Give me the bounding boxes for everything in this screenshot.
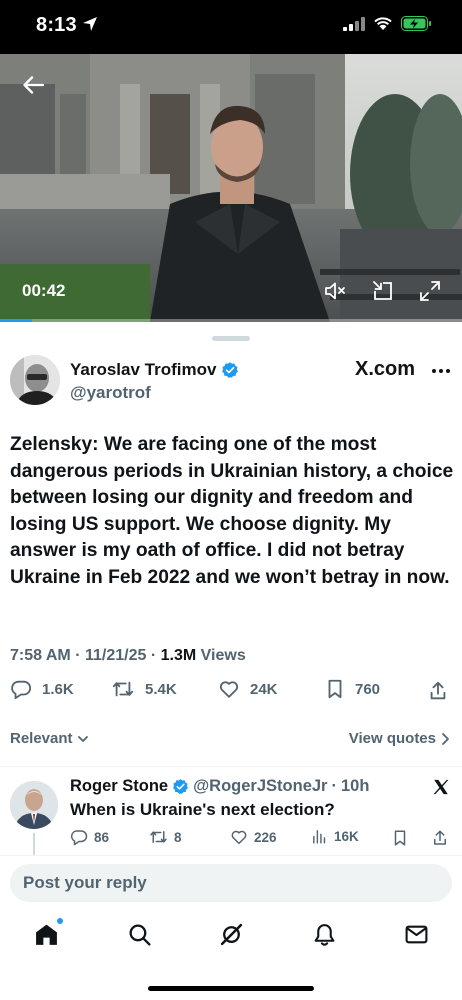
status-indicators (343, 16, 432, 31)
tab-home[interactable] (34, 918, 63, 952)
reply-reply-count: 86 (94, 829, 110, 845)
tweet-time: 7:58 AM (10, 647, 71, 664)
home-indicator (148, 986, 314, 991)
repost-icon (112, 681, 134, 697)
repost-count: 5.4K (145, 680, 177, 698)
fullscreen-icon[interactable] (419, 280, 441, 302)
bookmark-count: 760 (355, 680, 381, 698)
reply-composer[interactable]: Post your reply (10, 864, 452, 902)
reply-repost-button[interactable]: 8 (149, 828, 182, 846)
bottom-tab-bar (0, 910, 462, 962)
view-quotes-label: View quotes (348, 730, 436, 747)
meta-separator: · (75, 647, 85, 664)
reply-count: 1.6K (42, 680, 74, 698)
tweet-views-count: 1.3M (160, 647, 197, 664)
messages-icon (405, 925, 428, 944)
author-name-text: Yaroslav Trofimov (70, 360, 217, 379)
meta-separator: · (150, 647, 161, 664)
view-quotes-link[interactable]: View quotes (349, 730, 450, 747)
like-icon (219, 681, 239, 698)
reply-author-name[interactable]: Roger Stone (70, 777, 168, 796)
more-icon[interactable] (432, 367, 450, 375)
source-label: X.com (355, 358, 416, 380)
reply-views-button[interactable]: 16K (311, 828, 359, 845)
grok-icon (220, 923, 243, 946)
tab-grok[interactable] (219, 922, 244, 952)
tab-messages[interactable] (404, 922, 429, 952)
reply-icon (11, 680, 32, 700)
sheet-drag-handle[interactable] (212, 336, 250, 341)
share-icon[interactable] (432, 829, 448, 847)
reply-separator: · (331, 777, 337, 795)
like-icon (231, 830, 247, 845)
video-elapsed-time: 00:42 (22, 281, 66, 300)
bookmark-icon[interactable] (392, 829, 408, 847)
tweet-actions: 1.6K 5.4K 24K 760 (0, 678, 462, 710)
tweet-date: 11/21/25 (85, 647, 147, 664)
reply-button[interactable]: 1.6K (10, 678, 74, 700)
video-player[interactable]: 00:42 (0, 54, 462, 322)
section-divider (0, 766, 462, 767)
home-icon (36, 924, 57, 945)
verified-badge-icon (222, 362, 239, 378)
reply-actions: 86 8 226 16K (0, 828, 462, 850)
views-icon (313, 830, 326, 844)
reply-like-count: 226 (254, 829, 277, 845)
tweet-views-label[interactable]: Views (201, 647, 246, 664)
reply-views-count: 16K (334, 829, 359, 844)
reply-composer-placeholder: Post your reply (23, 873, 147, 892)
battery-icon (401, 16, 431, 31)
signal-icon (343, 16, 365, 31)
chevron-right-icon (442, 732, 449, 745)
search-icon (129, 924, 151, 946)
video-progress-bar[interactable] (0, 319, 462, 322)
verified-badge-icon (173, 779, 189, 794)
sort-label: Relevant (10, 730, 73, 747)
chevron-down-icon (77, 735, 88, 742)
author-avatar[interactable] (10, 355, 60, 405)
reply-text: When is Ukraine's next election? (70, 800, 335, 819)
like-button[interactable]: 24K (218, 678, 278, 700)
repost-icon (150, 831, 167, 843)
status-time: 8:13 (36, 14, 77, 36)
location-arrow-icon (83, 17, 97, 31)
reply-age: 10h (340, 777, 370, 795)
bookmark-icon (328, 679, 342, 699)
pip-icon[interactable] (372, 280, 394, 302)
video-progress-fill (0, 319, 33, 322)
unread-dot (57, 918, 63, 924)
author-name[interactable]: Yaroslav Trofimov (70, 360, 239, 380)
reply-header: Roger Stone @RogerJStoneJr · 10h (70, 777, 369, 796)
back-arrow-icon[interactable] (22, 76, 44, 94)
reply-like-button[interactable]: 226 (230, 828, 277, 846)
bookmark-button[interactable]: 760 (325, 678, 380, 700)
tab-notifications[interactable] (312, 922, 337, 952)
x-logo-icon (433, 779, 449, 795)
author-handle[interactable]: @yarotrof (70, 383, 151, 403)
notifications-icon (314, 924, 335, 946)
reply-repost-count: 8 (174, 829, 182, 845)
reply-author-handle[interactable]: @RogerJStoneJr (193, 777, 327, 796)
share-icon[interactable] (428, 680, 448, 702)
repost-button[interactable]: 5.4K (111, 678, 177, 700)
wifi-icon (374, 17, 392, 30)
status-bar: 8:13 (0, 0, 462, 54)
composer-divider (0, 855, 462, 856)
like-count: 24K (250, 680, 278, 698)
reply-author-avatar[interactable] (10, 781, 58, 829)
tab-search[interactable] (127, 922, 152, 952)
tweet-text: Zelensky: We are facing one of the most … (10, 434, 454, 588)
reply-reply-button[interactable]: 86 (70, 828, 109, 846)
mute-icon[interactable] (323, 280, 347, 302)
sort-replies-dropdown[interactable]: Relevant (10, 730, 90, 747)
reply-icon (70, 830, 88, 846)
tweet-meta: 7:58 AM · 11/21/25 · 1.3M Views (10, 647, 246, 665)
